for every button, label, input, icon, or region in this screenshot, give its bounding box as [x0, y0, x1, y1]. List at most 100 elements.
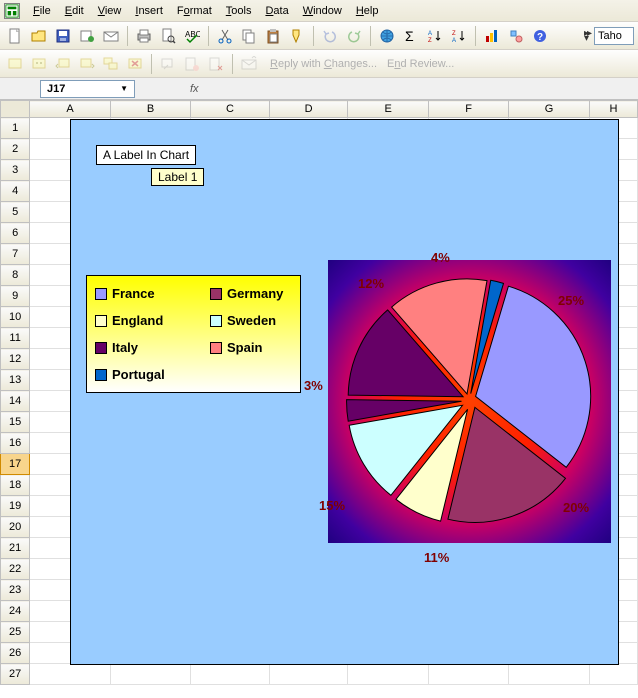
row-header-6[interactable]: 6 [1, 223, 30, 244]
copy-icon[interactable] [238, 25, 260, 47]
reply-with-changes-button[interactable]: Reply with Changes... [270, 58, 377, 70]
ink-icon[interactable] [157, 53, 179, 75]
menu-view[interactable]: View [91, 3, 129, 19]
font-name-input[interactable] [594, 27, 634, 45]
row-header-17[interactable]: 17 [1, 454, 30, 475]
sort-asc-icon[interactable]: AZ [424, 25, 446, 47]
legend-item-england[interactable]: England [95, 313, 180, 328]
col-header-d[interactable]: D [269, 101, 348, 118]
menu-data[interactable]: Data [258, 3, 295, 19]
row-header-20[interactable]: 20 [1, 517, 30, 538]
menu-insert[interactable]: Insert [128, 3, 170, 19]
chart-label-2[interactable]: Label 1 [151, 168, 204, 186]
row-header-22[interactable]: 22 [1, 559, 30, 580]
spelling-icon[interactable]: ABC [181, 25, 203, 47]
row-header-8[interactable]: 8 [1, 265, 30, 286]
end-review-button[interactable]: End Review... [387, 58, 454, 70]
row-header-12[interactable]: 12 [1, 349, 30, 370]
row-header-2[interactable]: 2 [1, 139, 30, 160]
cell-B27[interactable] [110, 664, 190, 685]
toolbar-overflow-icon[interactable]: ▸▸▾ [584, 31, 590, 41]
legend-item-portugal[interactable]: Portugal [95, 367, 180, 382]
col-header-g[interactable]: G [509, 101, 590, 118]
hyperlink-icon[interactable] [376, 25, 398, 47]
chart-wizard-icon[interactable] [481, 25, 503, 47]
cell-C27[interactable] [191, 664, 270, 685]
prev-comment-icon[interactable] [52, 53, 74, 75]
row-header-7[interactable]: 7 [1, 244, 30, 265]
row-header-5[interactable]: 5 [1, 202, 30, 223]
row-header-27[interactable]: 27 [1, 664, 30, 685]
new-comment-icon[interactable] [4, 53, 26, 75]
open-icon[interactable] [28, 25, 50, 47]
send-reply-icon[interactable] [238, 53, 260, 75]
col-header-f[interactable]: F [428, 101, 508, 118]
cell-D27[interactable] [269, 664, 348, 685]
row-header-9[interactable]: 9 [1, 286, 30, 307]
fx-icon[interactable]: fx [190, 83, 199, 95]
chart-legend[interactable]: France Germany England Sweden Italy Spai… [86, 275, 301, 393]
next-comment-icon[interactable] [76, 53, 98, 75]
row-header-15[interactable]: 15 [1, 412, 30, 433]
cell-E27[interactable] [348, 664, 428, 685]
row-header-26[interactable]: 26 [1, 643, 30, 664]
menu-file[interactable]: File [26, 3, 58, 19]
cell-G27[interactable] [509, 664, 590, 685]
col-header-h[interactable]: H [589, 101, 637, 118]
sort-desc-icon[interactable]: ZA [448, 25, 470, 47]
show-comment-icon[interactable] [28, 53, 50, 75]
menu-format[interactable]: Format [170, 3, 219, 19]
help-icon[interactable]: ? [529, 25, 551, 47]
name-box[interactable]: J17 ▼ [40, 80, 135, 98]
col-header-e[interactable]: E [348, 101, 428, 118]
print-icon[interactable] [133, 25, 155, 47]
embedded-chart[interactable]: A Label In Chart Label 1 France Germany … [70, 119, 619, 665]
print-preview-icon[interactable] [157, 25, 179, 47]
paste-icon[interactable] [262, 25, 284, 47]
legend-item-italy[interactable]: Italy [95, 340, 180, 355]
row-header-1[interactable]: 1 [1, 118, 30, 139]
row-header-16[interactable]: 16 [1, 433, 30, 454]
row-header-3[interactable]: 3 [1, 160, 30, 181]
legend-item-sweden[interactable]: Sweden [210, 313, 295, 328]
undo-icon[interactable] [319, 25, 341, 47]
format-painter-icon[interactable] [286, 25, 308, 47]
drawing-icon[interactable] [505, 25, 527, 47]
row-header-19[interactable]: 19 [1, 496, 30, 517]
show-all-comments-icon[interactable] [100, 53, 122, 75]
save-icon[interactable] [52, 25, 74, 47]
menu-tools[interactable]: Tools [219, 3, 259, 19]
row-header-4[interactable]: 4 [1, 181, 30, 202]
permission-icon[interactable] [76, 25, 98, 47]
cell-F27[interactable] [428, 664, 508, 685]
track-changes-icon[interactable] [181, 53, 203, 75]
row-header-24[interactable]: 24 [1, 601, 30, 622]
row-header-11[interactable]: 11 [1, 328, 30, 349]
legend-item-germany[interactable]: Germany [210, 286, 295, 301]
col-header-c[interactable]: C [191, 101, 270, 118]
menu-window[interactable]: Window [296, 3, 349, 19]
cell-H27[interactable] [589, 664, 637, 685]
cell-A27[interactable] [30, 664, 110, 685]
new-icon[interactable] [4, 25, 26, 47]
row-header-14[interactable]: 14 [1, 391, 30, 412]
col-header-b[interactable]: B [110, 101, 190, 118]
row-header-23[interactable]: 23 [1, 580, 30, 601]
row-header-18[interactable]: 18 [1, 475, 30, 496]
menu-edit[interactable]: Edit [58, 3, 91, 19]
dropdown-icon[interactable]: ▼ [120, 84, 128, 93]
legend-item-france[interactable]: France [95, 286, 180, 301]
autosum-icon[interactable]: Σ [400, 25, 422, 47]
row-header-10[interactable]: 10 [1, 307, 30, 328]
legend-item-spain[interactable]: Spain [210, 340, 295, 355]
redo-icon[interactable] [343, 25, 365, 47]
email-icon[interactable] [100, 25, 122, 47]
cut-icon[interactable] [214, 25, 236, 47]
row-header-21[interactable]: 21 [1, 538, 30, 559]
col-header-a[interactable]: A [30, 101, 110, 118]
menu-help[interactable]: Help [349, 3, 386, 19]
delete-comment-icon[interactable] [124, 53, 146, 75]
reject-change-icon[interactable] [205, 53, 227, 75]
chart-label-1[interactable]: A Label In Chart [96, 145, 196, 165]
select-all-corner[interactable] [1, 101, 30, 118]
